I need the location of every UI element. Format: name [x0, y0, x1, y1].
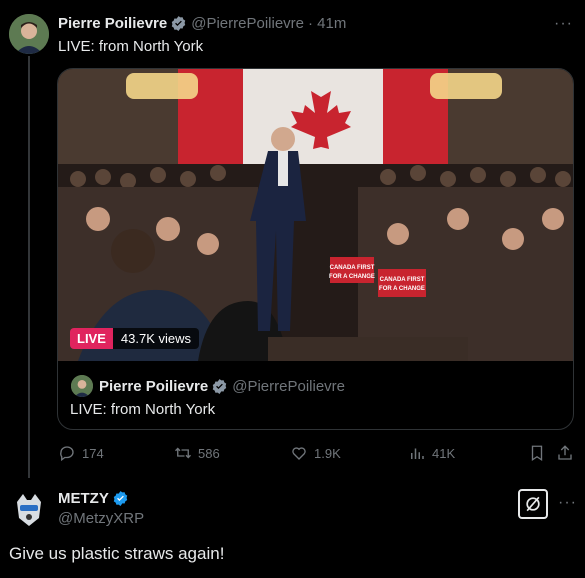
- like-button[interactable]: 1.9K: [290, 444, 341, 462]
- thread-line: [28, 56, 30, 478]
- rally-image: CANADA FIRST FOR A CHANGE CANADA FIRST F…: [58, 69, 573, 361]
- quoted-live-card[interactable]: CANADA FIRST FOR A CHANGE CANADA FIRST F…: [57, 68, 574, 430]
- share-icon: [558, 445, 572, 460]
- views-chart-icon: [411, 448, 424, 459]
- reply-author-name[interactable]: METZY: [58, 490, 109, 507]
- reply-count: 174: [82, 445, 104, 461]
- reply-more-options-icon[interactable]: ···: [558, 494, 577, 512]
- card-author-avatar: [71, 375, 93, 397]
- repost-button[interactable]: 586: [174, 444, 220, 462]
- card-header: Pierre Poilievre @PierrePoilievre: [99, 378, 345, 395]
- repost-count: 586: [198, 445, 220, 461]
- live-badge: LIVE 43.7K views: [70, 328, 199, 349]
- share-button[interactable]: [556, 444, 580, 462]
- sign-text: CANADA FIRST: [330, 265, 375, 271]
- reply-icon: [60, 446, 74, 462]
- bookmark-button[interactable]: [528, 444, 552, 462]
- author-avatar[interactable]: [9, 14, 49, 54]
- views-button[interactable]: 41K: [408, 444, 455, 462]
- bookmark-icon: [531, 445, 543, 462]
- repost-icon: [175, 447, 191, 459]
- grok-button[interactable]: [518, 489, 548, 519]
- card-author-handle: @PierrePoilievre: [232, 378, 345, 395]
- verified-icon: [113, 491, 128, 506]
- live-video[interactable]: CANADA FIRST FOR A CHANGE CANADA FIRST F…: [58, 69, 573, 361]
- author-handle[interactable]: @PierrePoilievre: [191, 15, 304, 32]
- svg-text:CANADA FIRST: CANADA FIRST: [380, 277, 425, 283]
- reply-avatar[interactable]: [9, 490, 49, 530]
- reply-text: Give us plastic straws again!: [9, 544, 225, 563]
- tweet-header: Pierre Poilievre @PierrePoilievre · 41m: [58, 15, 346, 32]
- reply-button[interactable]: 174: [58, 444, 104, 462]
- live-label: LIVE: [70, 328, 113, 349]
- verified-icon: [172, 16, 186, 31]
- reply-header: METZY: [58, 490, 129, 507]
- author-name[interactable]: Pierre Poilievre: [58, 15, 167, 32]
- verified-icon: [213, 379, 227, 394]
- svg-text:FOR A CHANGE: FOR A CHANGE: [379, 286, 425, 292]
- tweet-text: LIVE: from North York: [58, 38, 204, 55]
- more-options-icon[interactable]: ···: [554, 15, 573, 33]
- reply-author-handle[interactable]: @MetzyXRP: [58, 510, 144, 527]
- svg-text:FOR A CHANGE: FOR A CHANGE: [329, 274, 375, 280]
- card-text: LIVE: from North York: [70, 401, 216, 418]
- live-views: 43.7K views: [112, 328, 199, 349]
- tweet-time[interactable]: · 41m: [308, 15, 346, 32]
- heart-icon: [292, 447, 306, 460]
- card-author-name: Pierre Poilievre: [99, 378, 209, 395]
- like-count: 1.9K: [314, 445, 341, 461]
- grok-icon: [526, 496, 540, 512]
- views-count: 41K: [432, 445, 456, 461]
- action-bar: 174 586 1.9K 41K: [58, 444, 574, 464]
